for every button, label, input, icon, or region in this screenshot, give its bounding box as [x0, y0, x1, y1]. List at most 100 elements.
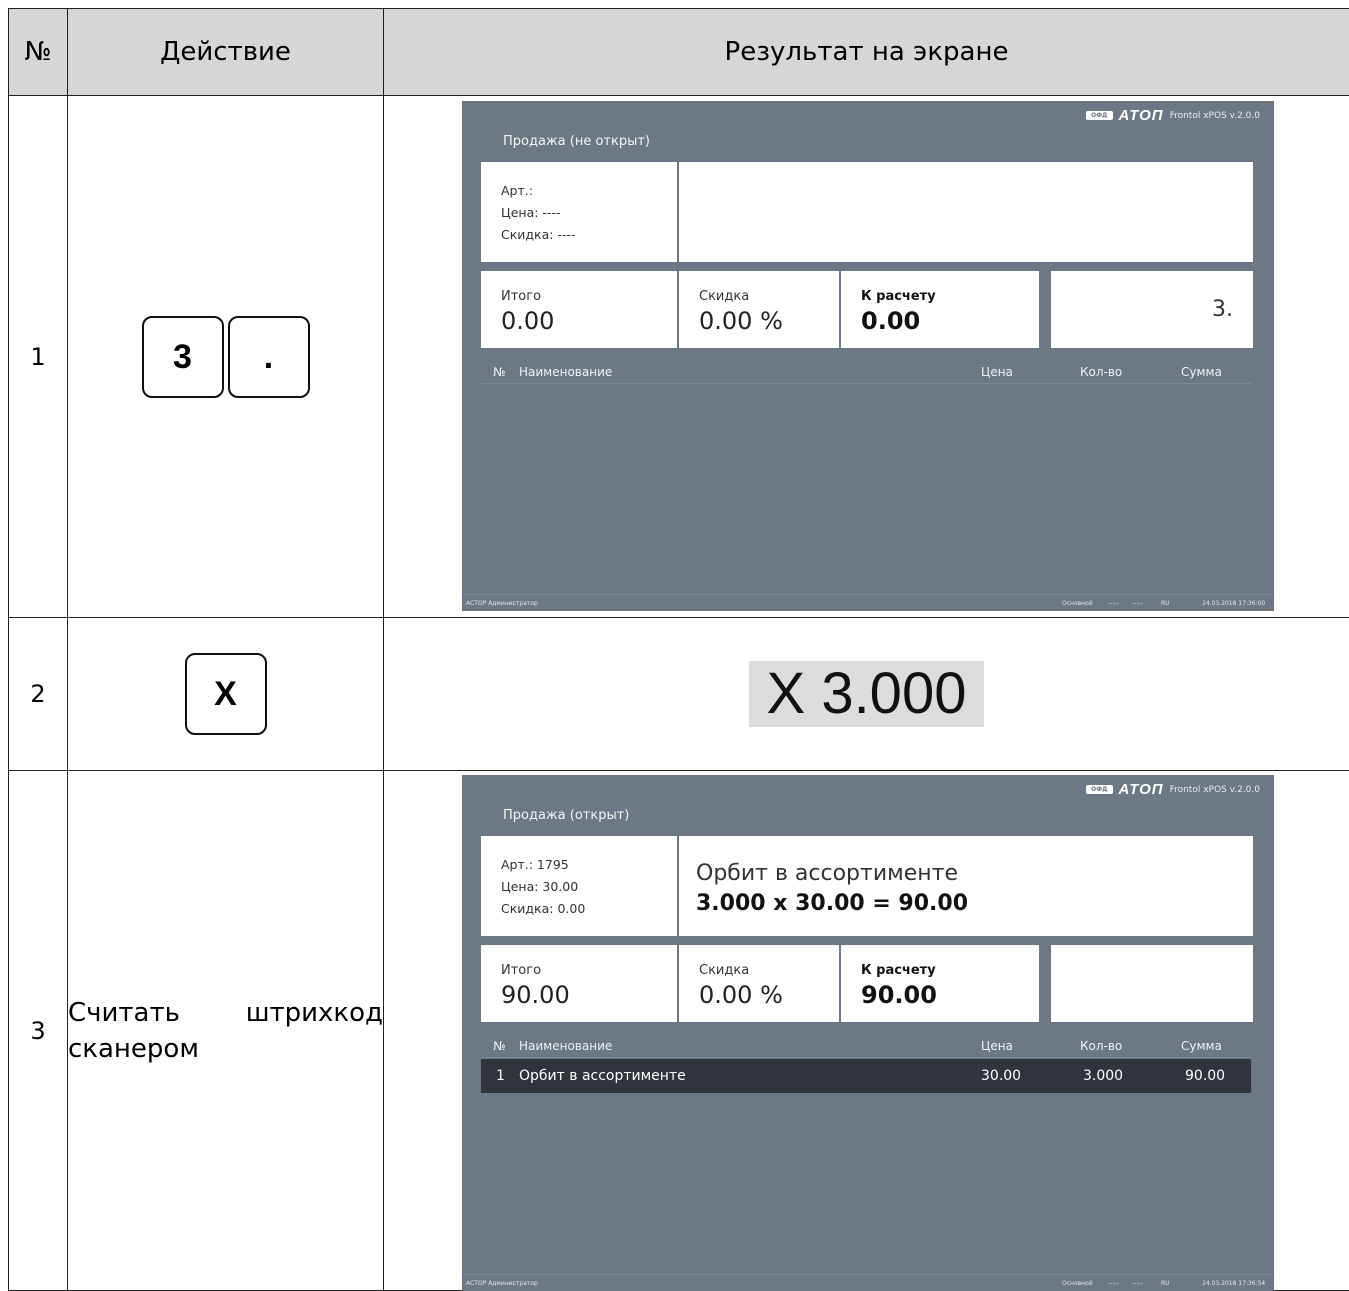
items-header: № Наименование Цена Кол-во Сумма — [481, 1037, 1251, 1058]
col-sum: Сумма — [1181, 365, 1222, 379]
status-user: ACTOP Администратор — [466, 600, 538, 607]
col-name: Наименование — [519, 1039, 612, 1053]
key-x: X — [185, 653, 267, 735]
col-qty: Кол-во — [1080, 1039, 1122, 1053]
total-panel: Итого 90.00 — [481, 945, 677, 1022]
header-number: № — [9, 9, 68, 96]
product-panel: Орбит в ассортименте 3.000 x 30.00 = 90.… — [679, 836, 1253, 936]
item-sum: 90.00 — [1185, 1068, 1225, 1084]
key-3: 3 — [142, 316, 224, 398]
col-sum: Сумма — [1181, 1039, 1222, 1053]
brand-bar: ОФД ATOΠ Frontol xPOS v.2.0.0 — [1086, 781, 1260, 798]
aton-logo: ATOΠ — [1119, 781, 1164, 798]
status-dash-1: --:-- — [1108, 1280, 1119, 1287]
table-row: 1 3. ОФД ATOΠ Frontol xPOS v.2.0.0 Прода… — [9, 96, 1349, 618]
article: Арт.: — [501, 183, 533, 198]
action-cell: Считать штрихкод сканером — [68, 771, 384, 1291]
items-header: № Наименование Цена Кол-во Сумма — [481, 363, 1251, 384]
discount-panel: Скидка 0.00 % — [679, 945, 839, 1022]
status-mode: Основной — [1062, 600, 1093, 607]
col-qty: Кол-во — [1080, 365, 1122, 379]
row-number: 2 — [9, 618, 68, 771]
table-row: 3 Считать штрихкод сканером ОФД ATOΠ Fro… — [9, 771, 1349, 1291]
item-price: 30.00 — [981, 1068, 1021, 1084]
status-lang: RU — [1161, 600, 1170, 607]
item-info-panel: Арт.: 1795 Цена: 30.00 Скидка: 0.00 — [481, 836, 677, 936]
discount-label: Скидка — [699, 963, 749, 978]
discount-panel: Скидка 0.00 % — [679, 271, 839, 348]
ofd-logo: ОФД — [1086, 111, 1112, 120]
app-version: Frontol xPOS v.2.0.0 — [1170, 111, 1260, 121]
table-row: 2 X X 3.000 — [9, 618, 1349, 771]
status-mode: Основной — [1062, 1280, 1093, 1287]
action-word-2: штрихкод — [246, 995, 383, 1031]
input-panel — [1051, 945, 1253, 1022]
total-panel: Итого 0.00 — [481, 271, 677, 348]
header-row: № Действие Результат на экране — [9, 9, 1349, 96]
instruction-table: № Действие Результат на экране 1 3. ОФД … — [8, 8, 1349, 1291]
item-info-panel: Арт.: Цена: ---- Скидка: ---- — [481, 162, 677, 262]
col-number: № — [493, 365, 505, 379]
sale-mode: Продажа (не открыт) — [503, 134, 650, 149]
action-cell: 3. — [68, 96, 384, 618]
status-datetime: 24.03.2018 17:36:54 — [1202, 1280, 1265, 1287]
result-cell: ОФД ATOΠ Frontol xPOS v.2.0.0 Продажа (н… — [384, 96, 1349, 618]
discount: Скидка: ---- — [501, 227, 575, 242]
pos-screenshot: ОФД ATOΠ Frontol xPOS v.2.0.0 Продажа (о… — [462, 775, 1274, 1291]
price: Цена: ---- — [501, 205, 560, 220]
status-datetime: 24.03.2018 17:36:00 — [1202, 600, 1265, 607]
price: Цена: 30.00 — [501, 879, 578, 894]
item-name: Орбит в ассортименте — [519, 1068, 686, 1084]
product-panel — [679, 162, 1253, 262]
input-value: 3. — [1212, 297, 1233, 322]
payment-panel: К расчету 90.00 — [841, 945, 1039, 1022]
action-word-3: сканером — [68, 1031, 383, 1067]
payment-label: К расчету — [861, 963, 936, 978]
action-cell: X — [68, 618, 384, 771]
col-name: Наименование — [519, 365, 612, 379]
status-user: ACTOP Администратор — [466, 1280, 538, 1287]
payment-value: 90.00 — [861, 981, 937, 1009]
status-dash-1: --:-- — [1108, 600, 1119, 607]
discount-label: Скидка — [699, 289, 749, 304]
input-panel: 3. — [1051, 271, 1253, 348]
result-cell: ОФД ATOΠ Frontol xPOS v.2.0.0 Продажа (о… — [384, 771, 1349, 1291]
discount: Скидка: 0.00 — [501, 901, 585, 916]
col-price: Цена — [981, 365, 1013, 379]
brand-bar: ОФД ATOΠ Frontol xPOS v.2.0.0 — [1086, 107, 1260, 124]
product-calc: 3.000 x 30.00 = 90.00 — [696, 891, 968, 916]
row-number: 1 — [9, 96, 68, 618]
table-row[interactable]: 1 Орбит в ассортименте 30.00 3.000 90.00 — [481, 1059, 1251, 1093]
discount-value: 0.00 % — [699, 981, 783, 1009]
row-number: 3 — [9, 771, 68, 1291]
product-name: Орбит в ассортименте — [696, 861, 958, 886]
action-word-1: Считать — [68, 995, 180, 1031]
col-price: Цена — [981, 1039, 1013, 1053]
header-result: Результат на экране — [384, 9, 1349, 96]
quantity-display: X 3.000 — [749, 661, 985, 727]
key-dot: . — [228, 316, 310, 398]
aton-logo: ATOΠ — [1119, 107, 1164, 124]
header-action: Действие — [68, 9, 384, 96]
total-label: Итого — [501, 963, 541, 978]
payment-label: К расчету — [861, 289, 936, 304]
article: Арт.: 1795 — [501, 857, 569, 872]
result-cell: X 3.000 — [384, 618, 1349, 771]
status-dash-2: --:-- — [1132, 1280, 1143, 1287]
ofd-logo: ОФД — [1086, 785, 1112, 794]
status-lang: RU — [1161, 1280, 1170, 1287]
item-number: 1 — [496, 1068, 505, 1084]
payment-panel: К расчету 0.00 — [841, 271, 1039, 348]
status-dash-2: --:-- — [1132, 600, 1143, 607]
pos-screenshot: ОФД ATOΠ Frontol xPOS v.2.0.0 Продажа (н… — [462, 101, 1274, 611]
sale-mode: Продажа (открыт) — [503, 808, 629, 823]
status-bar: ACTOP Администратор Основной --:-- --:--… — [462, 594, 1274, 611]
app-version: Frontol xPOS v.2.0.0 — [1170, 785, 1260, 795]
item-qty: 3.000 — [1083, 1068, 1123, 1084]
discount-value: 0.00 % — [699, 307, 783, 335]
total-value: 0.00 — [501, 307, 554, 335]
action-line-1: Считать штрихкод — [68, 995, 383, 1031]
total-value: 90.00 — [501, 981, 570, 1009]
payment-value: 0.00 — [861, 307, 920, 335]
col-number: № — [493, 1039, 505, 1053]
